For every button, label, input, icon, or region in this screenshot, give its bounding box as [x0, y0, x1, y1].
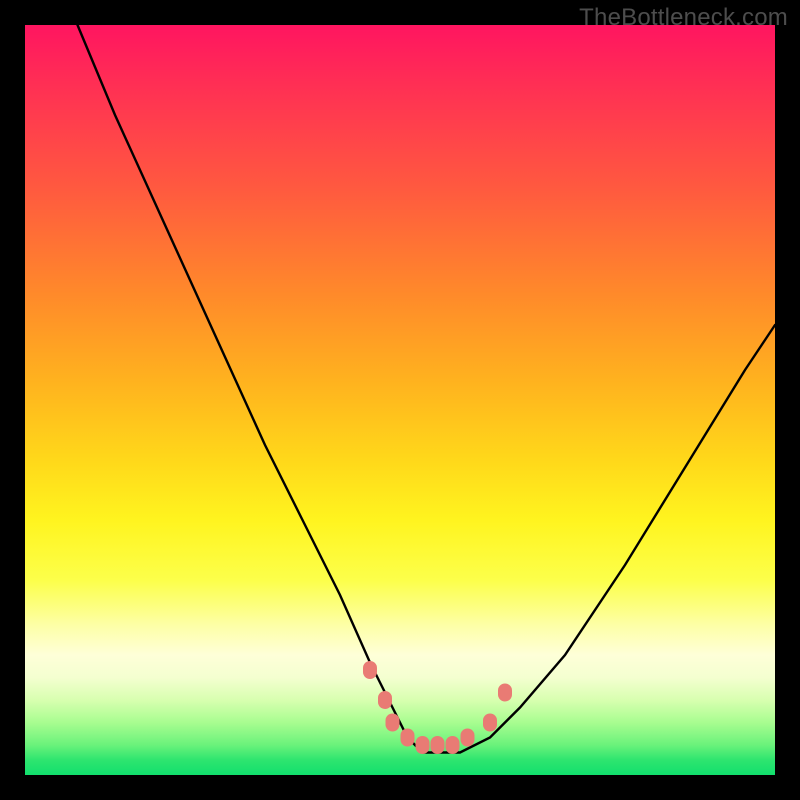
highlight-marker: [498, 684, 512, 702]
highlight-marker: [446, 736, 460, 754]
bottleneck-curve: [78, 25, 776, 753]
highlight-marker: [378, 691, 392, 709]
highlight-marker: [461, 729, 475, 747]
highlight-markers: [363, 661, 512, 754]
bottleneck-chart: [25, 25, 775, 775]
highlight-marker: [431, 736, 445, 754]
highlight-marker: [386, 714, 400, 732]
highlight-marker: [401, 729, 415, 747]
highlight-marker: [483, 714, 497, 732]
highlight-marker: [416, 736, 430, 754]
highlight-marker: [363, 661, 377, 679]
